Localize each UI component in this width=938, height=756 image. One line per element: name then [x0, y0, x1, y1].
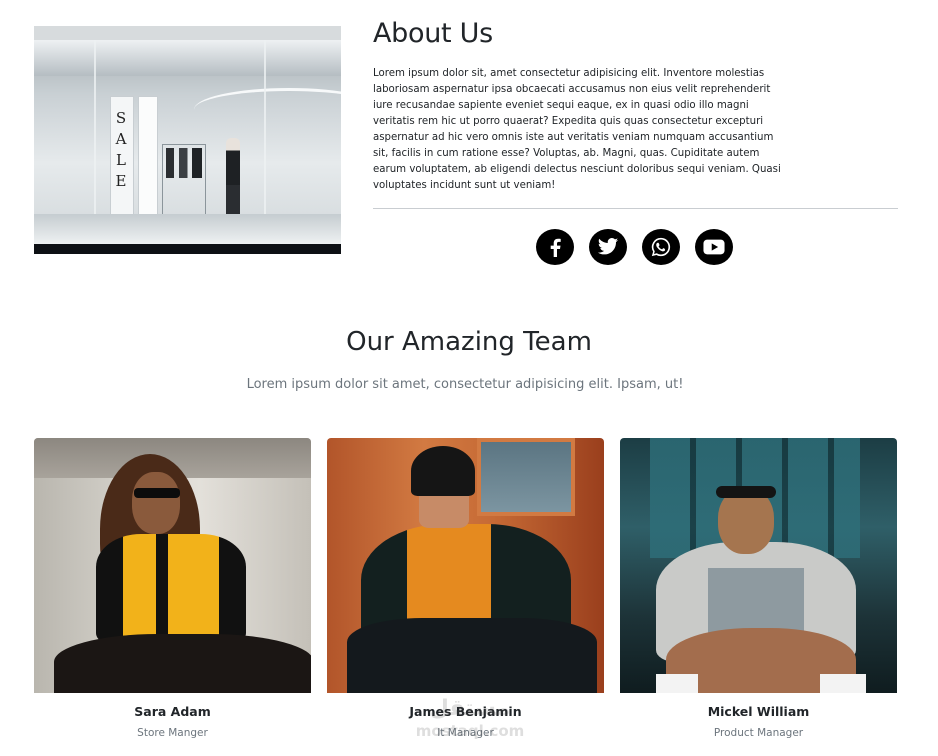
team-member-photo — [327, 438, 604, 693]
facebook-icon — [550, 238, 561, 257]
watermark-arabic: مستقل — [429, 696, 511, 721]
twitter-icon — [597, 238, 619, 255]
youtube-icon — [703, 239, 725, 255]
team-member-photo — [620, 438, 897, 693]
member-name: Sara Adam — [134, 704, 211, 719]
team-member-photo — [34, 438, 311, 693]
team-card-james: James Benjamin It Manager — [327, 438, 604, 739]
whatsapp-icon — [651, 237, 671, 257]
member-role: Product Manager — [713, 727, 804, 739]
member-role: Store Manger — [137, 727, 208, 739]
team-subtitle: Lorem ipsum dolor sit amet, consectetur … — [246, 377, 684, 392]
twitter-link[interactable] — [589, 229, 627, 265]
team-card-mickel: Mickel William Product Manager — [620, 438, 897, 739]
member-name: Mickel William — [707, 704, 810, 719]
watermark: مستقل mostaql.com — [410, 698, 530, 746]
sale-sign: SALE — [115, 109, 127, 190]
youtube-link[interactable] — [695, 229, 733, 265]
team-title: Our Amazing Team — [346, 327, 592, 357]
about-title: About Us — [373, 18, 493, 49]
team-card-sara: Sara Adam Store Manger — [34, 438, 311, 739]
about-paragraph: Lorem ipsum dolor sit, amet consectetur … — [373, 68, 781, 191]
social-links — [536, 229, 733, 265]
store-window-photo: SALE — [34, 26, 341, 254]
divider — [373, 208, 898, 209]
facebook-link[interactable] — [536, 229, 574, 265]
watermark-url: mostaql.com — [415, 722, 525, 740]
whatsapp-link[interactable] — [642, 229, 680, 265]
